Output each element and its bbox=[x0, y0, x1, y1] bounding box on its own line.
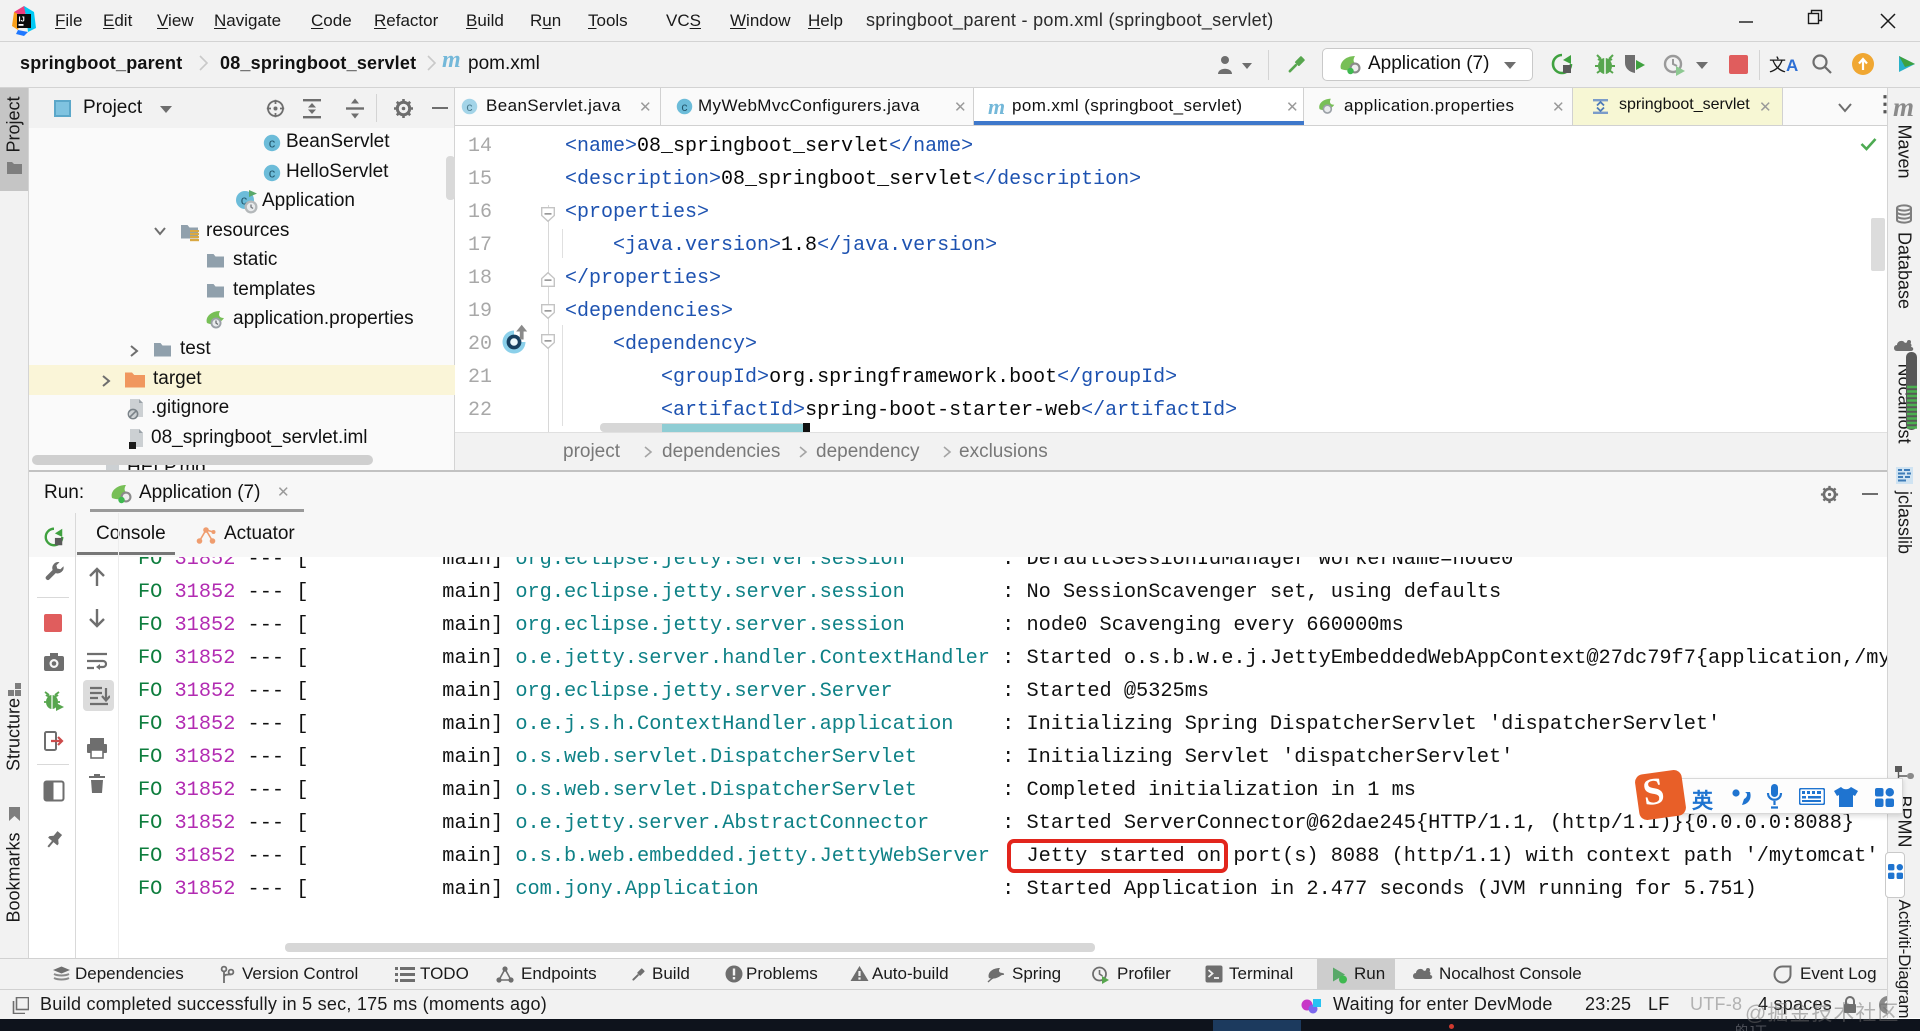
svg-text:c: c bbox=[269, 136, 276, 151]
svg-text:c: c bbox=[269, 166, 276, 181]
svg-text:c: c bbox=[681, 100, 687, 114]
svg-text:c: c bbox=[466, 100, 472, 114]
svg-text:IJ: IJ bbox=[19, 15, 25, 24]
